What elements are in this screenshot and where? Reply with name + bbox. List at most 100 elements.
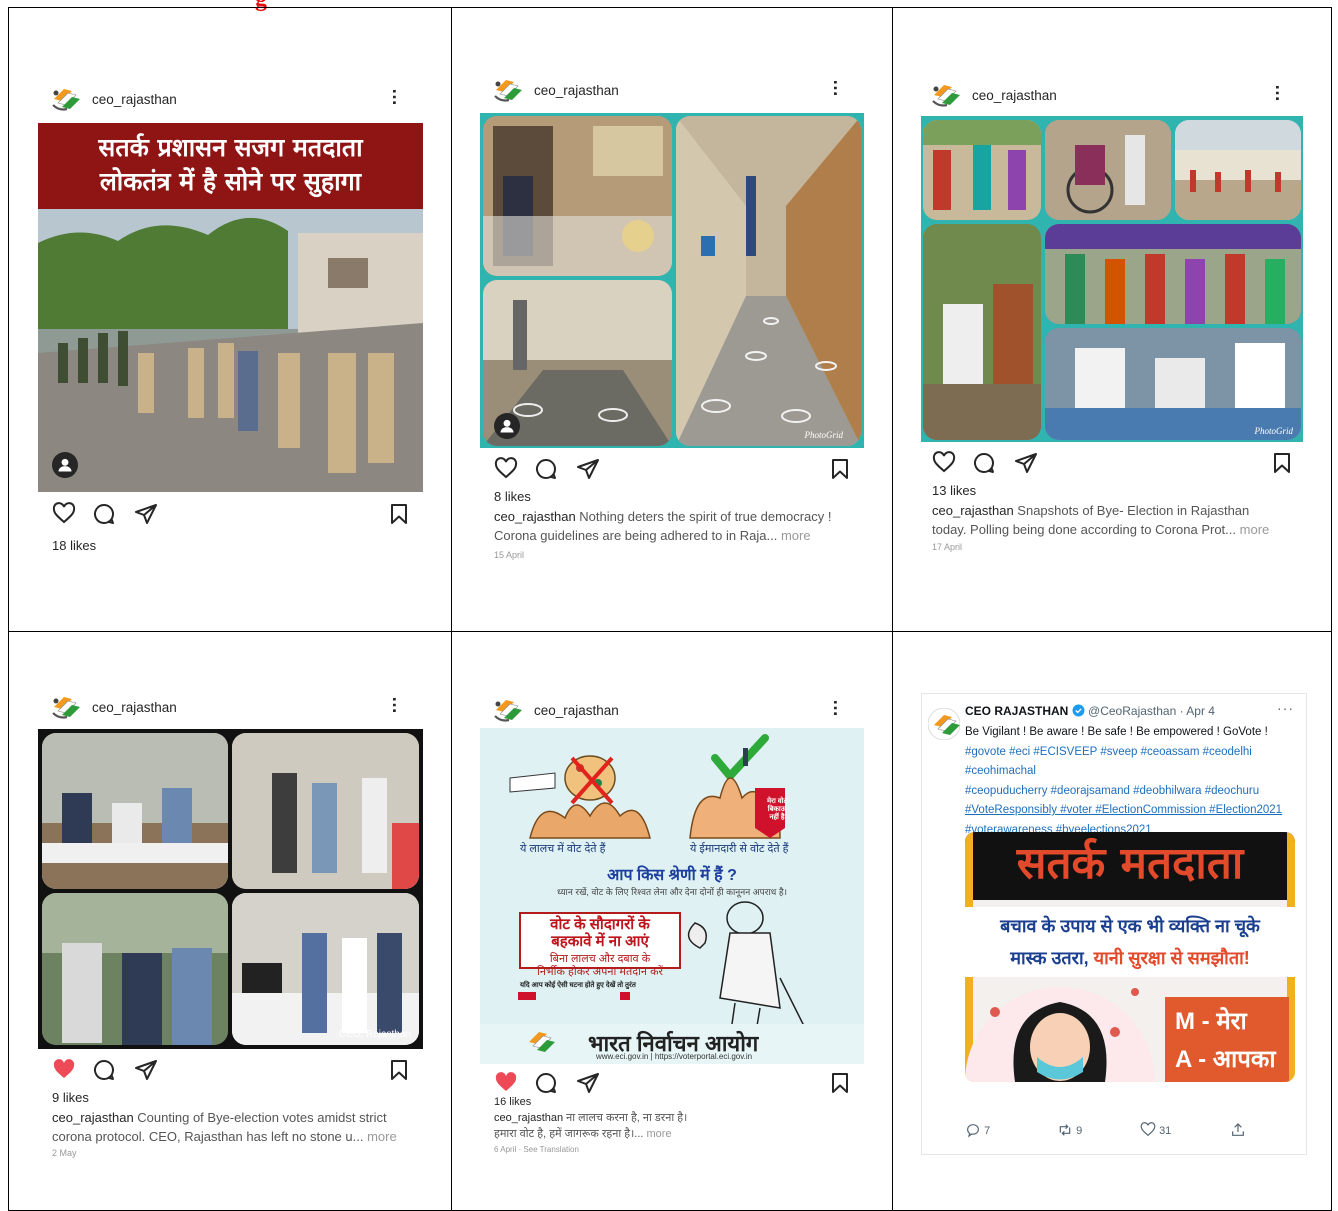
more-link[interactable]: more [1240, 522, 1270, 537]
post-image: PhotoGrid [921, 116, 1303, 442]
bookmark-icon[interactable] [1270, 451, 1294, 475]
tweet-display-name[interactable]: CEO RAJASTHAN [965, 704, 1068, 718]
post-username[interactable]: ceo_rajasthan [92, 700, 177, 715]
photogrid-watermark: PhotoGrid [804, 430, 843, 440]
photogrid-watermark: PhotoGrid [1254, 426, 1293, 436]
more-options-icon[interactable]: … [830, 79, 850, 96]
reply-icon [967, 1124, 979, 1138]
reply-button[interactable]: 7 [965, 1122, 990, 1138]
post-actions [50, 1058, 411, 1086]
likes-count[interactable]: 9 likes [52, 1090, 89, 1105]
tweet-handle-date[interactable]: @CeoRajasthan · Apr 4 [1088, 704, 1215, 718]
tweet-image-acronym-a: A - आपका [1175, 1046, 1276, 1073]
poster-red-line-2: बहकावे में ना आएं [551, 933, 649, 950]
comment-icon[interactable] [92, 1058, 116, 1082]
post-date: 6 April · See Translation [494, 1145, 579, 1154]
tweet-more-icon[interactable]: ··· [1277, 700, 1294, 716]
poster-question: आप किस श्रेणी में हैं ? [607, 867, 737, 884]
likes-count[interactable]: 16 likes [494, 1096, 531, 1108]
post-username[interactable]: ceo_rajasthan [972, 88, 1057, 103]
retweet-button[interactable]: 9 [1057, 1122, 1082, 1138]
tweet-image-acronym-m: M - मेरा [1175, 1008, 1247, 1035]
share-icon[interactable] [576, 1071, 600, 1095]
more-link[interactable]: more [781, 528, 811, 543]
eci-logo-avatar[interactable] [50, 85, 82, 113]
post-date: 15 April [494, 550, 525, 560]
more-options-icon[interactable]: … [389, 88, 409, 105]
like-heart-filled-icon[interactable] [52, 1058, 76, 1082]
image-label: CEO, Rajasthan [338, 1029, 411, 1040]
tagged-people-icon[interactable] [52, 452, 78, 478]
poster-left-caption: ये लालच में वोट देते हैं [520, 843, 606, 855]
bookmark-icon[interactable] [828, 457, 852, 481]
bookmark-icon[interactable] [387, 502, 411, 526]
voting-desk-photo: PhotoGrid [1045, 328, 1301, 440]
instagram-post-1: ceo_rajasthan … सतर्क प्रशासन सजग मतदाता… [38, 84, 423, 564]
caption-username[interactable]: ceo_rajasthan [494, 509, 576, 524]
more-options-icon[interactable]: … [1272, 84, 1292, 101]
officials-hall-photo [232, 733, 419, 889]
instagram-post-5: ceo_rajasthan … मेरा वोट बिकाऊ नहीं है य… [480, 695, 864, 1160]
eci-logo-avatar[interactable] [50, 693, 82, 721]
post-actions [492, 1071, 852, 1099]
eci-logo-avatar[interactable] [930, 81, 962, 109]
like-heart-icon[interactable] [932, 451, 956, 475]
post-header: ceo_rajasthan … [38, 84, 423, 114]
poster-tag-text: मेरा वोट बिकाऊ नहीं है [766, 798, 788, 821]
heart-icon [1140, 1122, 1156, 1137]
bookmark-icon[interactable] [387, 1058, 411, 1082]
post-image: मेरा वोट बिकाऊ नहीं है ये लालच में वोट द… [480, 728, 864, 1064]
post-username[interactable]: ceo_rajasthan [92, 92, 177, 107]
caption-line-1: Counting of Bye-election votes amidst st… [137, 1110, 387, 1125]
tagged-people-icon[interactable] [494, 413, 520, 439]
likes-count[interactable]: 8 likes [494, 489, 531, 504]
more-options-icon[interactable]: … [389, 696, 409, 713]
caption-line-2: Corona guidelines are being adhered to i… [494, 528, 778, 543]
caption-username[interactable]: ceo_rajasthan [52, 1110, 134, 1125]
comment-icon[interactable] [534, 457, 558, 481]
more-link[interactable]: more [367, 1129, 397, 1144]
poster-eci-url: www.eci.gov.in | https://voterportal.eci… [596, 1052, 753, 1061]
poster-right-caption: ये ईमानदारी से वोट देते हैं [690, 843, 789, 855]
wheelchair-photo [1045, 120, 1171, 220]
post-image: सतर्क प्रशासन सजग मतदाता लोकतंत्र में है… [38, 123, 423, 492]
caption-username[interactable]: ceo_rajasthan [932, 503, 1014, 518]
tweet-hashtags-line-3[interactable]: #ceopuducherry #deorajsamand #deobhilwar… [965, 782, 1298, 802]
more-link[interactable]: more [647, 1128, 672, 1140]
share-icon[interactable] [134, 502, 158, 526]
bookmark-icon[interactable] [828, 1071, 852, 1095]
post-actions [50, 502, 411, 530]
comment-icon[interactable] [92, 502, 116, 526]
likes-count[interactable]: 13 likes [932, 483, 976, 498]
post-header: ceo_rajasthan … [38, 692, 423, 722]
retweet-count: 9 [1076, 1125, 1083, 1137]
more-options-icon[interactable]: … [830, 699, 850, 716]
share-icon[interactable] [134, 1058, 158, 1082]
grid-divider [451, 7, 452, 1211]
tweet-hashtags-line-4[interactable]: #VoteResponsibly #voter #ElectionCommiss… [965, 801, 1298, 821]
tweet-share-button[interactable] [1230, 1122, 1246, 1138]
post-username[interactable]: ceo_rajasthan [534, 703, 619, 718]
share-icon[interactable] [1014, 451, 1038, 475]
post-header: ceo_rajasthan … [480, 75, 864, 105]
grid-divider [8, 631, 1332, 632]
like-heart-icon[interactable] [52, 502, 76, 526]
like-heart-icon[interactable] [494, 457, 518, 481]
tweet-image: सतर्क मतदाता बचाव के उपाय से एक भी व्यक्… [965, 832, 1295, 1082]
tweet-like-button[interactable]: 31 [1140, 1122, 1171, 1138]
tweet-hashtags-line-2[interactable]: #govote #eci #ECISVEEP #sveep #ceoassam … [965, 743, 1298, 782]
comment-icon[interactable] [972, 451, 996, 475]
upload-share-icon [1232, 1123, 1244, 1136]
caption-line-1: Nothing deters the spirit of true democr… [579, 509, 832, 524]
share-icon[interactable] [576, 457, 600, 481]
comment-icon[interactable] [534, 1071, 558, 1095]
polling-queue-photo [1175, 120, 1301, 220]
likes-count[interactable]: 18 likes [52, 538, 96, 553]
eci-logo-avatar[interactable] [492, 696, 524, 724]
eci-logo-avatar[interactable] [492, 76, 524, 104]
eci-logo-avatar[interactable] [928, 708, 960, 740]
like-heart-filled-icon[interactable] [494, 1071, 518, 1095]
caption-username[interactable]: ceo_rajasthan [494, 1112, 563, 1124]
post-username[interactable]: ceo_rajasthan [534, 83, 619, 98]
post-date: 17 April [932, 542, 963, 552]
